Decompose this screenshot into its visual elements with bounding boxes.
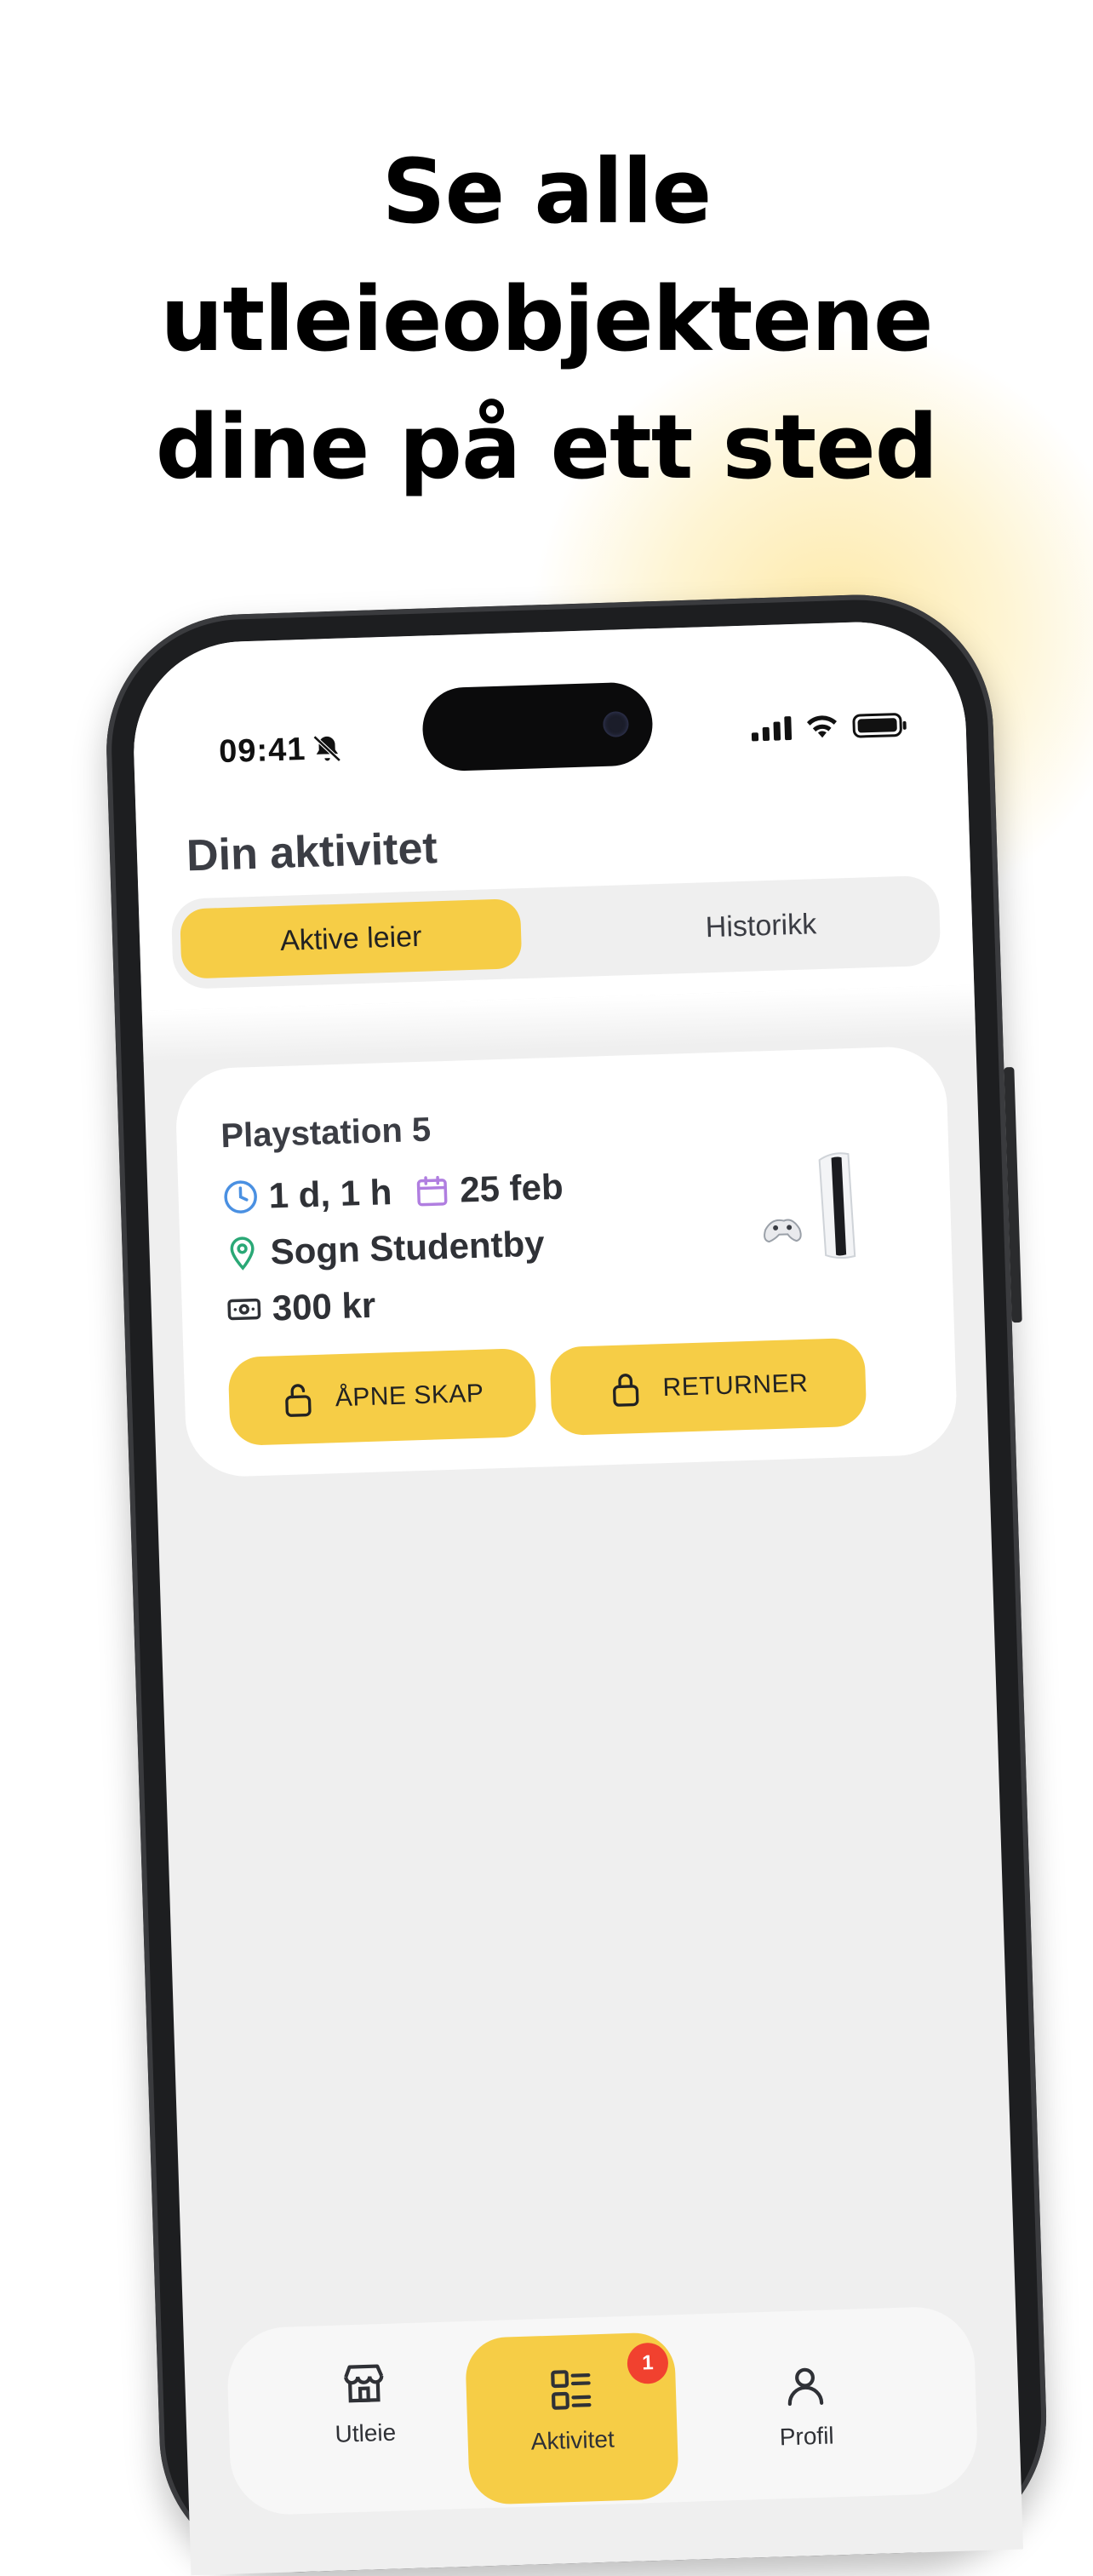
rental-card[interactable]: Playstation 5 1 d, 1 h 25 feb — [175, 1046, 959, 1478]
lock-icon — [608, 1370, 643, 1408]
dynamic-island — [421, 681, 654, 772]
wifi-icon — [804, 713, 839, 739]
nav-aktivitet-label: Aktivitet — [530, 2426, 615, 2455]
headline: Se alle utleieobjektene dine på ett sted — [0, 128, 1093, 511]
return-button[interactable]: RETURNER — [549, 1338, 867, 1437]
clock-icon — [222, 1179, 259, 1215]
return-label: RETURNER — [662, 1369, 809, 1403]
headline-line-1: Se alle — [0, 128, 1093, 255]
cash-icon — [226, 1291, 262, 1328]
rental-date: 25 feb — [459, 1167, 564, 1211]
rental-price: 300 kr — [272, 1285, 376, 1329]
user-icon — [781, 2361, 830, 2411]
calendar-icon — [414, 1173, 450, 1209]
bell-slash-icon — [311, 732, 344, 766]
nav-utleie-label: Utleie — [335, 2419, 397, 2447]
front-camera — [603, 711, 629, 737]
nav-profil[interactable]: Profil — [719, 2359, 892, 2453]
headline-line-3: dine på ett sted — [0, 383, 1093, 511]
bottom-tab-bar: Utleie Aktivitet 1 — [226, 2305, 978, 2516]
status-icons — [751, 711, 902, 742]
phone-screen: 09:41 Din aktivitet Aktive leier Histor — [130, 619, 1023, 2576]
nav-profil-label: Profil — [779, 2422, 834, 2450]
rental-location: Sogn Studentby — [270, 1223, 545, 1272]
headline-line-2: utleieobjektene — [0, 255, 1093, 383]
page-title: Din aktivitet — [186, 823, 438, 881]
rental-title: Playstation 5 — [220, 1111, 432, 1156]
nav-utleie[interactable]: Utleie — [278, 2356, 451, 2450]
location-pin-icon — [224, 1235, 260, 1271]
cellular-signal-icon — [751, 716, 792, 741]
open-locker-label: ÅPNE SKAP — [335, 1380, 484, 1413]
open-locker-button[interactable]: ÅPNE SKAP — [228, 1348, 537, 1446]
tab-active-rentals[interactable]: Aktive leier — [180, 898, 522, 979]
status-time: 09:41 — [219, 731, 307, 771]
rental-location-row: Sogn Studentby — [224, 1223, 545, 1274]
playstation-5-console-image — [753, 1141, 884, 1273]
rental-duration: 1 d, 1 h — [268, 1172, 392, 1217]
tab-history[interactable]: Historikk — [590, 886, 932, 967]
battery-icon — [852, 713, 902, 738]
rental-time-row: 1 d, 1 h 25 feb — [222, 1167, 564, 1219]
unlock-icon — [280, 1380, 315, 1419]
rental-price-row: 300 kr — [226, 1285, 376, 1330]
activity-list-icon — [546, 2365, 596, 2414]
phone-mockup: 09:41 Din aktivitet Aktive leier Histor — [102, 591, 1050, 2576]
